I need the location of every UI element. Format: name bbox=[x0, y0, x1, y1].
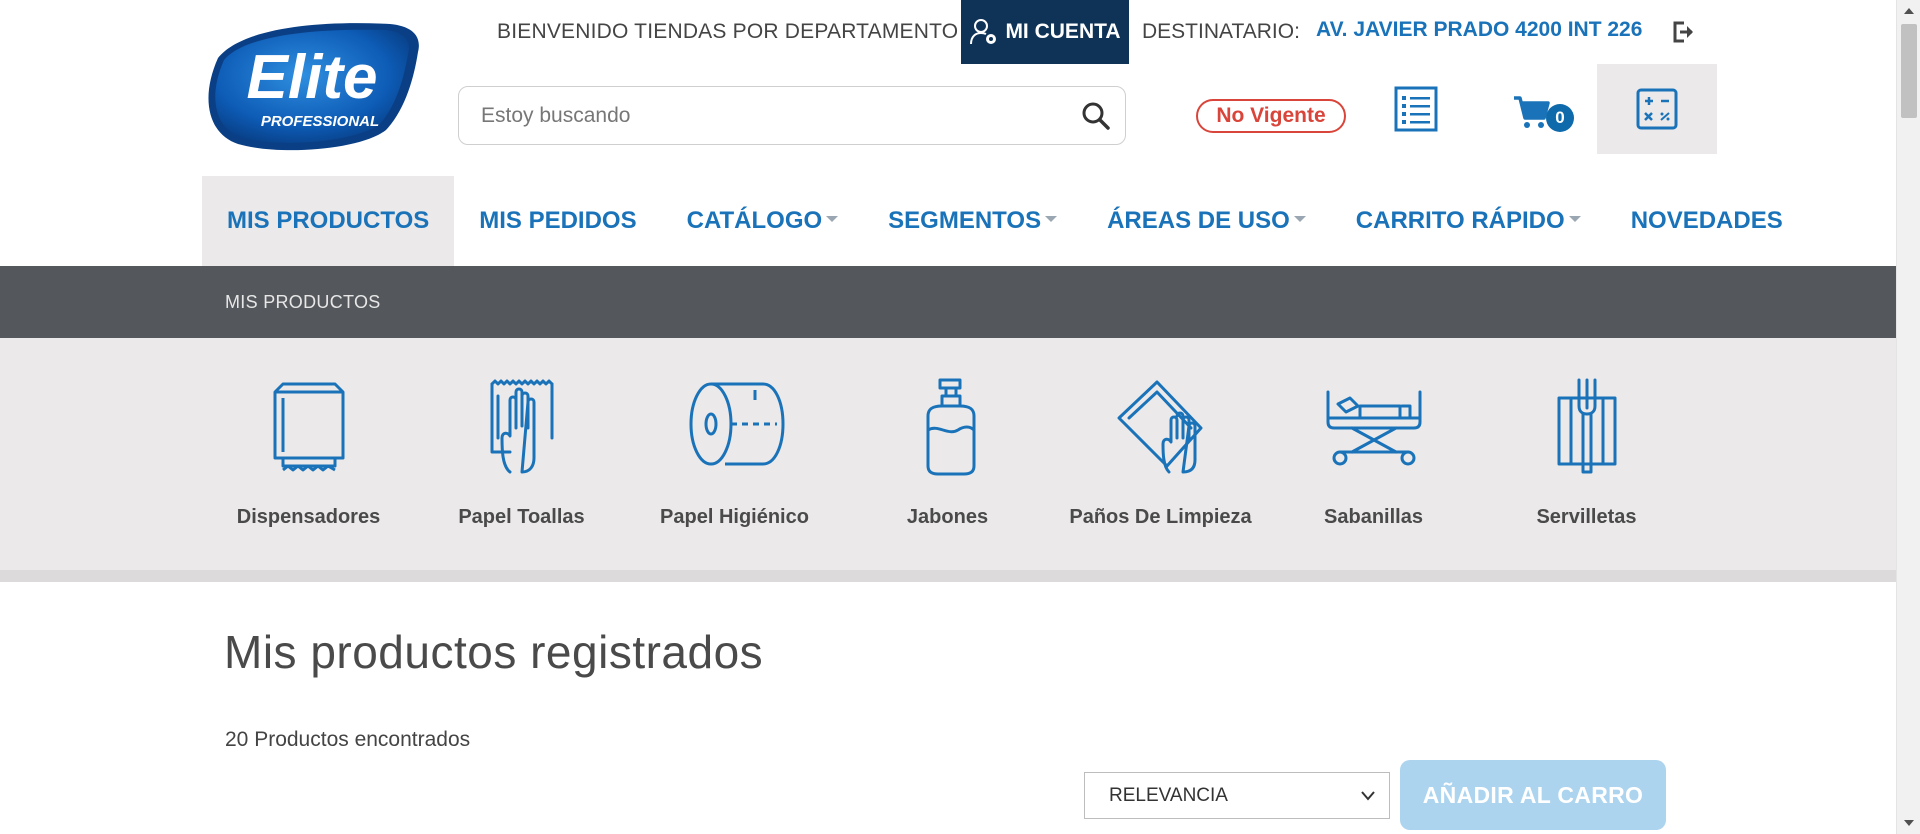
my-account-button[interactable]: MI CUENTA bbox=[961, 0, 1129, 64]
nav-item-novedades[interactable]: NOVEDADES bbox=[1606, 176, 1808, 266]
nav-item-mis-pedidos[interactable]: MIS PEDIDOS bbox=[454, 176, 661, 266]
category-servilletas[interactable]: Servilletas bbox=[1480, 338, 1693, 538]
nav-item-areas-de-uso[interactable]: ÁREAS DE USO bbox=[1082, 176, 1331, 266]
calculator-icon bbox=[1636, 88, 1678, 130]
scrollbar-thumb[interactable] bbox=[1901, 24, 1917, 118]
category-label: Dispensadores bbox=[236, 506, 381, 528]
search-box bbox=[458, 86, 1126, 145]
elite-logo[interactable]: Elite PROFESSIONAL bbox=[200, 18, 422, 152]
napkin-icon bbox=[1557, 378, 1616, 474]
recipient-label: DESTINATARIO: bbox=[1142, 20, 1300, 43]
caret-down-icon bbox=[1045, 216, 1058, 222]
sort-selected-value: RELEVANCIA bbox=[1109, 784, 1228, 806]
page: Elite PROFESSIONAL BIENVENIDO TIENDAS PO… bbox=[0, 0, 1896, 834]
my-account-label: MI CUENTA bbox=[1005, 20, 1121, 43]
category-label: Sabanillas bbox=[1324, 506, 1423, 528]
cleaning-cloth-icon bbox=[1117, 380, 1202, 474]
paper-towel-icon bbox=[490, 379, 553, 474]
page-title: Mis productos registrados bbox=[224, 626, 764, 678]
sort-select[interactable]: RELEVANCIA bbox=[1084, 772, 1390, 819]
category-jabones[interactable]: Jabones bbox=[841, 338, 1054, 538]
order-list-icon[interactable] bbox=[1394, 86, 1438, 132]
category-papel-higienico[interactable]: Papel Higiénico bbox=[628, 338, 841, 538]
search-input[interactable] bbox=[481, 99, 1061, 133]
logout-icon[interactable] bbox=[1670, 18, 1698, 46]
cart-count-badge: 0 bbox=[1546, 104, 1574, 132]
main-nav: MIS PRODUCTOS MIS PEDIDOS CATÁLOGO SEGME… bbox=[202, 176, 1808, 266]
nav-item-mis-productos[interactable]: MIS PRODUCTOS bbox=[202, 176, 455, 266]
calculator-button[interactable] bbox=[1597, 64, 1717, 154]
add-to-cart-button[interactable]: AÑADIR AL CARRO bbox=[1400, 760, 1666, 830]
nav-item-carrito-rapido[interactable]: CARRITO RÁPIDO bbox=[1331, 176, 1606, 266]
category-papel-toallas[interactable]: Papel Toallas bbox=[415, 338, 628, 538]
nav-label: MIS PEDIDOS bbox=[479, 207, 637, 234]
breadcrumb[interactable]: MIS PRODUCTOS bbox=[225, 292, 381, 313]
vertical-scrollbar[interactable] bbox=[1896, 0, 1920, 834]
soap-icon bbox=[926, 378, 975, 476]
caret-down-icon bbox=[826, 216, 839, 222]
search-icon[interactable] bbox=[1081, 101, 1111, 131]
stretcher-icon bbox=[1326, 390, 1421, 466]
logo-text: Elite bbox=[247, 43, 378, 112]
status-badge: No Vigente bbox=[1196, 99, 1346, 133]
caret-down-icon bbox=[1568, 216, 1581, 222]
breadcrumb-bar: MIS PRODUCTOS bbox=[0, 266, 1896, 338]
category-dispensadores[interactable]: Dispensadores bbox=[202, 338, 415, 538]
top-bar: BIENVENIDO TIENDAS POR DEPARTAMENTO bbox=[480, 0, 958, 64]
welcome-text: BIENVENIDO TIENDAS POR DEPARTAMENTO bbox=[497, 20, 959, 43]
category-panos-de-limpieza[interactable]: Paños De Limpieza bbox=[1054, 338, 1267, 538]
scroll-up-icon[interactable] bbox=[1904, 8, 1914, 14]
results-count: 20 Productos encontrados bbox=[225, 728, 471, 751]
category-label: Servilletas bbox=[1536, 506, 1637, 528]
scroll-down-icon[interactable] bbox=[1904, 820, 1914, 826]
category-label: Jabones bbox=[906, 506, 989, 528]
nav-item-catalogo[interactable]: CATÁLOGO bbox=[662, 176, 864, 266]
logo-subtext: PROFESSIONAL bbox=[261, 113, 379, 130]
nav-label: SEGMENTOS bbox=[888, 207, 1042, 234]
nav-label: ÁREAS DE USO bbox=[1107, 207, 1290, 234]
nav-label: NOVEDADES bbox=[1630, 207, 1783, 234]
toilet-paper-icon bbox=[689, 382, 784, 466]
nav-label: CARRITO RÁPIDO bbox=[1355, 207, 1565, 234]
category-band-border bbox=[0, 570, 1896, 582]
category-sabanillas[interactable]: Sabanillas bbox=[1267, 338, 1480, 538]
nav-item-segmentos[interactable]: SEGMENTOS bbox=[863, 176, 1082, 266]
user-settings-icon bbox=[970, 19, 997, 45]
chevron-down-icon bbox=[1361, 791, 1375, 801]
recipient-address-link[interactable]: AV. JAVIER PRADO 4200 INT 226 bbox=[1316, 18, 1642, 42]
nav-label: MIS PRODUCTOS bbox=[227, 207, 430, 234]
category-label: Paños De Limpieza bbox=[1069, 506, 1252, 528]
caret-down-icon bbox=[1293, 216, 1306, 222]
category-list: Dispensadores Papel Toallas Papel Higién… bbox=[202, 338, 1693, 538]
category-label: Papel Higiénico bbox=[660, 506, 809, 528]
nav-label: CATÁLOGO bbox=[686, 207, 823, 234]
dispenser-icon bbox=[273, 382, 344, 472]
category-label: Papel Toallas bbox=[458, 506, 585, 528]
